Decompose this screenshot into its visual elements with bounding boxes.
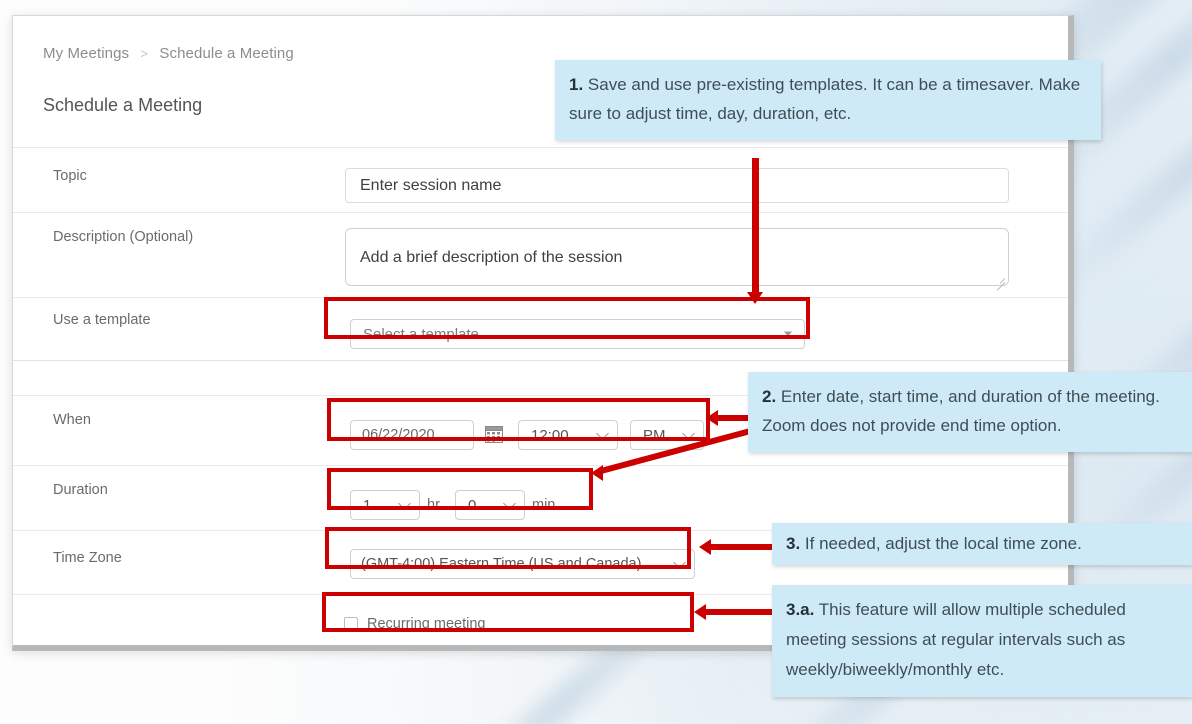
callout-3a: 3.a. This feature will allow multiple sc… xyxy=(772,585,1192,697)
arrow-callout3-to-timezone xyxy=(711,544,773,550)
arrow-head-left-icon xyxy=(706,410,718,426)
section-divider xyxy=(13,465,1068,466)
arrow-callout1-to-template xyxy=(752,158,759,298)
highlight-box-template xyxy=(324,297,810,339)
breadcrumb-separator-icon: > xyxy=(140,46,149,61)
callout-2-text: Enter date, start time, and duration of … xyxy=(762,387,1160,435)
when-label: When xyxy=(53,412,91,428)
breadcrumb-schedule-a-meeting[interactable]: Schedule a Meeting xyxy=(159,45,293,62)
use-a-template-label: Use a template xyxy=(53,312,151,328)
callout-1-text: Save and use pre-existing templates. It … xyxy=(569,75,1081,123)
topic-label: Topic xyxy=(53,168,87,184)
callout-1-number: 1. xyxy=(569,75,584,94)
breadcrumb-my-meetings[interactable]: My Meetings xyxy=(43,45,129,62)
callout-3-text: If needed, adjust the local time zone. xyxy=(804,534,1082,553)
arrow-head-left-icon xyxy=(694,604,706,620)
highlight-box-recurring xyxy=(322,592,694,632)
arrow-head-down-icon xyxy=(747,292,763,304)
section-divider xyxy=(13,360,1068,361)
arrow-head-left-icon xyxy=(591,465,603,481)
breadcrumb: My Meetings > Schedule a Meeting xyxy=(43,45,294,62)
highlight-box-timezone xyxy=(325,527,691,569)
description-placeholder: Add a brief description of the session xyxy=(360,249,623,266)
callout-2-number: 2. xyxy=(762,387,777,406)
callout-3: 3. If needed, adjust the local time zone… xyxy=(772,523,1192,565)
callout-1: 1. Save and use pre-existing templates. … xyxy=(555,60,1101,140)
page-title: Schedule a Meeting xyxy=(43,95,203,115)
topic-input[interactable]: Enter session name xyxy=(345,168,1009,203)
description-textarea[interactable]: Add a brief description of the session xyxy=(345,228,1009,291)
textarea-resize-handle-icon[interactable] xyxy=(995,273,1006,291)
highlight-box-duration xyxy=(327,468,593,510)
topic-placeholder: Enter session name xyxy=(360,176,502,194)
callout-3-number: 3. xyxy=(786,534,801,553)
highlight-box-when xyxy=(327,398,710,441)
time-zone-label: Time Zone xyxy=(53,550,122,566)
callout-2: 2. Enter date, start time, and duration … xyxy=(748,372,1192,452)
arrow-head-left-icon xyxy=(699,539,711,555)
callout-3a-text: This feature will allow multiple schedul… xyxy=(786,600,1126,679)
duration-label: Duration xyxy=(53,482,108,498)
section-divider xyxy=(13,147,1068,148)
arrow-callout3a-to-recurring xyxy=(706,609,774,615)
callout-3a-number: 3.a. xyxy=(786,600,815,619)
section-divider xyxy=(13,212,1068,213)
description-label: Description (Optional) xyxy=(53,229,194,245)
